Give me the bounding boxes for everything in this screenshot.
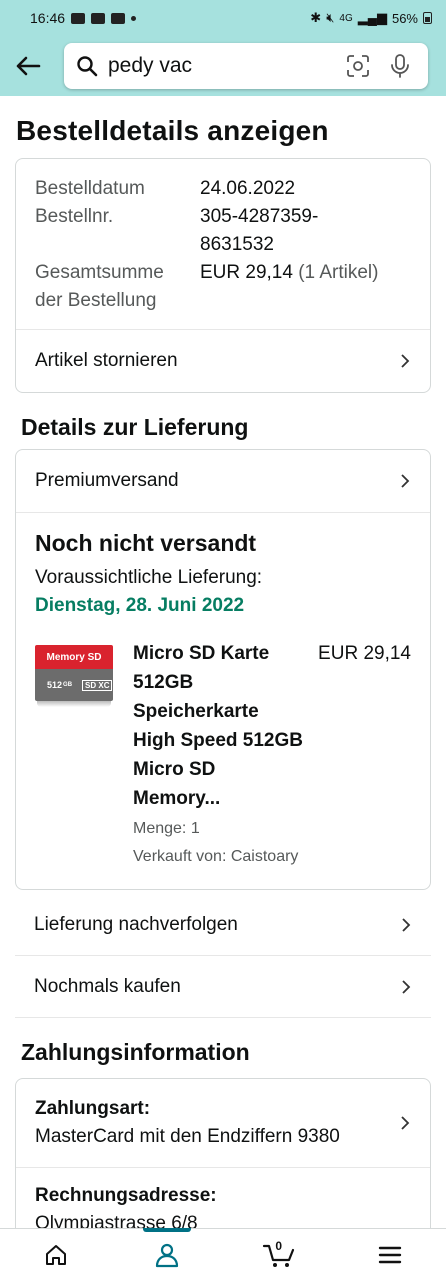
mail-notification-icon [111, 12, 126, 24]
order-info: Bestelldatum 24.06.2022 Bestellnr. 305-4… [16, 159, 430, 329]
chevron-right-icon [401, 1116, 410, 1130]
product-seller: Verkauft von: Caistoary [133, 848, 299, 865]
buy-again-label: Nochmals kaufen [34, 975, 181, 997]
message-notification-icon [91, 12, 106, 24]
order-number-label: Bestellnr. [35, 206, 114, 227]
track-delivery-link[interactable]: Lieferung nachverfolgen [15, 894, 431, 956]
order-number-line-2: 8631532 [200, 234, 274, 255]
status-bar: 16:46 ✱ 🔇︎ 4G ▂▄▆ 56% [0, 0, 446, 36]
bottom-nav: 0 [0, 1227, 446, 1280]
signal-icon: ▂▄▆ [357, 10, 387, 25]
payment-method-block: Zahlungsart: MasterCard mit den Endziffe… [35, 1095, 340, 1151]
order-total-value: EUR 29,14 (1 Artikel) [200, 259, 411, 315]
gallery-notification-icon [71, 12, 86, 24]
order-total-amount: EUR 29,14 [200, 262, 293, 283]
product-quantity: Menge: 1 [133, 820, 200, 837]
camera-search-button[interactable] [342, 50, 374, 82]
search-box[interactable]: pedy vac [64, 43, 428, 89]
delivery-estimate-label: Voraussichtliche Lieferung: [35, 567, 263, 588]
product-title[interactable]: Micro SD Karte 512GB Speicherkarte High … [133, 639, 303, 813]
search-icon [77, 56, 98, 77]
sd-card-capacity: 512 [47, 680, 63, 690]
buy-again-link[interactable]: Nochmals kaufen [15, 956, 431, 1018]
more-notifications-icon [131, 15, 137, 21]
order-total-label: Gesamtsumme der Bestellung [35, 259, 200, 315]
cancel-items-label: Artikel stornieren [35, 350, 178, 371]
product-image[interactable]: Memory SD 512 GB SD XC [35, 639, 113, 709]
back-button[interactable] [10, 48, 46, 84]
mute-icon: 🔇︎ [326, 10, 335, 25]
sd-card-unit: GB [63, 682, 73, 688]
voice-search-button[interactable] [384, 50, 416, 82]
nav-account[interactable] [137, 1227, 197, 1280]
order-date-label: Bestelldatum [35, 178, 145, 199]
chevron-right-icon [402, 979, 411, 994]
order-summary-card: Bestelldatum 24.06.2022 Bestellnr. 305-4… [15, 158, 431, 393]
page-title: Bestelldetails anzeigen [16, 115, 329, 146]
sd-card-badge: SD XC [82, 679, 113, 691]
chevron-right-icon [401, 354, 410, 368]
sd-card-label-top: Memory SD [35, 645, 113, 669]
delivery-section-title: Details zur Lieferung [21, 414, 249, 440]
nav-home[interactable] [26, 1229, 86, 1280]
order-number-row: Bestellnr. 305-4287359- 8631532 [16, 203, 430, 259]
chevron-right-icon [401, 474, 410, 488]
cart-count-badge: 0 [275, 1238, 283, 1253]
sd-card-label-bottom: 512 GB SD XC [35, 669, 113, 701]
product-info: Micro SD Karte 512GB Speicherkarte High … [133, 639, 411, 871]
delivery-estimate-date: Dienstag, 28. Juni 2022 [35, 595, 245, 616]
nav-menu[interactable] [360, 1229, 420, 1280]
sd-card-shadow [37, 701, 111, 707]
battery-percent: 56% [391, 10, 418, 26]
menu-icon [379, 1246, 402, 1263]
shipping-method-label: Premiumversand [35, 470, 179, 491]
payment-section-title: Zahlungsinformation [21, 1039, 250, 1065]
main-content: Bestelldetails anzeigen Bestelldatum 24.… [0, 96, 446, 1239]
network-type: 4G [339, 12, 353, 24]
shipment-block: Noch nicht versandt Voraussichtliche Lie… [16, 513, 430, 889]
order-date-value: 24.06.2022 [200, 178, 296, 199]
delivery-card: Premiumversand Noch nicht versandt Vorau… [15, 449, 431, 890]
cancel-items-link[interactable]: Artikel stornieren [16, 330, 430, 392]
order-number-line-1: 305-4287359- [200, 206, 319, 227]
product-price: EUR 29,14 [318, 643, 411, 664]
payment-method-value: MasterCard mit den Endziffern 9380 [35, 1126, 340, 1147]
status-time: 16:46 [30, 10, 66, 26]
order-item-count: (1 Artikel) [298, 262, 379, 283]
battery-icon [423, 12, 432, 24]
payment-method-label: Zahlungsart: [35, 1098, 151, 1119]
order-date-row: Bestelldatum 24.06.2022 [16, 175, 430, 203]
payment-card: Zahlungsart: MasterCard mit den Endziffe… [15, 1078, 431, 1239]
bluetooth-icon: ✱ [310, 10, 322, 25]
camera-scan-icon [347, 55, 369, 77]
track-delivery-label: Lieferung nachverfolgen [34, 913, 238, 935]
product-header: Micro SD Karte 512GB Speicherkarte High … [133, 639, 411, 813]
search-input[interactable]: pedy vac [108, 54, 332, 78]
order-total-row: Gesamtsumme der Bestellung EUR 29,14 (1 … [16, 259, 430, 315]
microphone-icon [391, 54, 409, 78]
order-total-label-line-1: Gesamtsumme [35, 262, 164, 283]
status-right: ✱ 🔇︎ 4G ▂▄▆ 56% [310, 10, 432, 26]
billing-address-label: Rechnungsadresse: [35, 1185, 217, 1206]
order-number-value: 305-4287359- 8631532 [200, 203, 411, 259]
chevron-right-icon [402, 917, 411, 932]
status-left: 16:46 [30, 10, 137, 26]
shipping-method-link[interactable]: Premiumversand [16, 450, 430, 512]
order-total-label-line-2: der Bestellung [35, 290, 157, 311]
nav-cart[interactable]: 0 [249, 1229, 309, 1280]
back-arrow-icon [16, 56, 41, 76]
payment-method-link[interactable]: Zahlungsart: MasterCard mit den Endziffe… [16, 1079, 430, 1167]
product-item[interactable]: Memory SD 512 GB SD XC Micro SD Karte 51… [35, 639, 411, 871]
shipment-status: Noch nicht versandt [35, 530, 257, 556]
home-icon [45, 1244, 66, 1265]
search-header: pedy vac [0, 36, 446, 96]
account-icon [156, 1243, 179, 1267]
